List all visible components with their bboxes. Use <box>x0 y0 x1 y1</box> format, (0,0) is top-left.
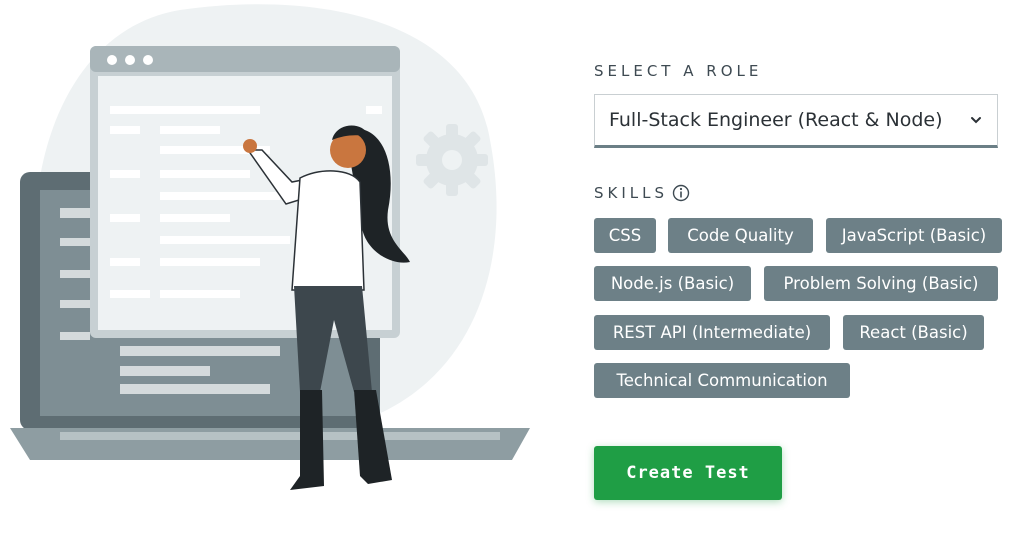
skill-tag[interactable]: Code Quality <box>668 218 813 253</box>
select-role-label: SELECT A ROLE <box>594 62 763 80</box>
role-select-value: Full-Stack Engineer (React & Node) <box>609 109 943 131</box>
gear-icon <box>416 124 488 196</box>
illustration <box>10 4 530 490</box>
skills-label-text: SKILLS <box>594 184 669 202</box>
chevron-down-icon <box>971 117 981 124</box>
skill-tag[interactable]: JavaScript (Basic) <box>826 218 1002 253</box>
info-icon[interactable] <box>672 184 690 202</box>
role-skills-panel: SELECT A ROLE Full-Stack Engineer (React… <box>594 0 1004 551</box>
skill-tag[interactable]: Problem Solving (Basic) <box>764 266 998 301</box>
skill-tag[interactable]: REST API (Intermediate) <box>594 315 830 350</box>
skill-tag[interactable]: Node.js (Basic) <box>594 266 751 301</box>
create-test-button[interactable]: Create Test <box>594 446 782 500</box>
role-select[interactable]: Full-Stack Engineer (React & Node) <box>594 94 998 148</box>
skill-tag[interactable]: CSS <box>594 218 656 253</box>
skills-label: SKILLS <box>594 184 690 202</box>
skill-tag[interactable]: React (Basic) <box>843 315 984 350</box>
skill-tag[interactable]: Technical Communication <box>594 363 850 398</box>
